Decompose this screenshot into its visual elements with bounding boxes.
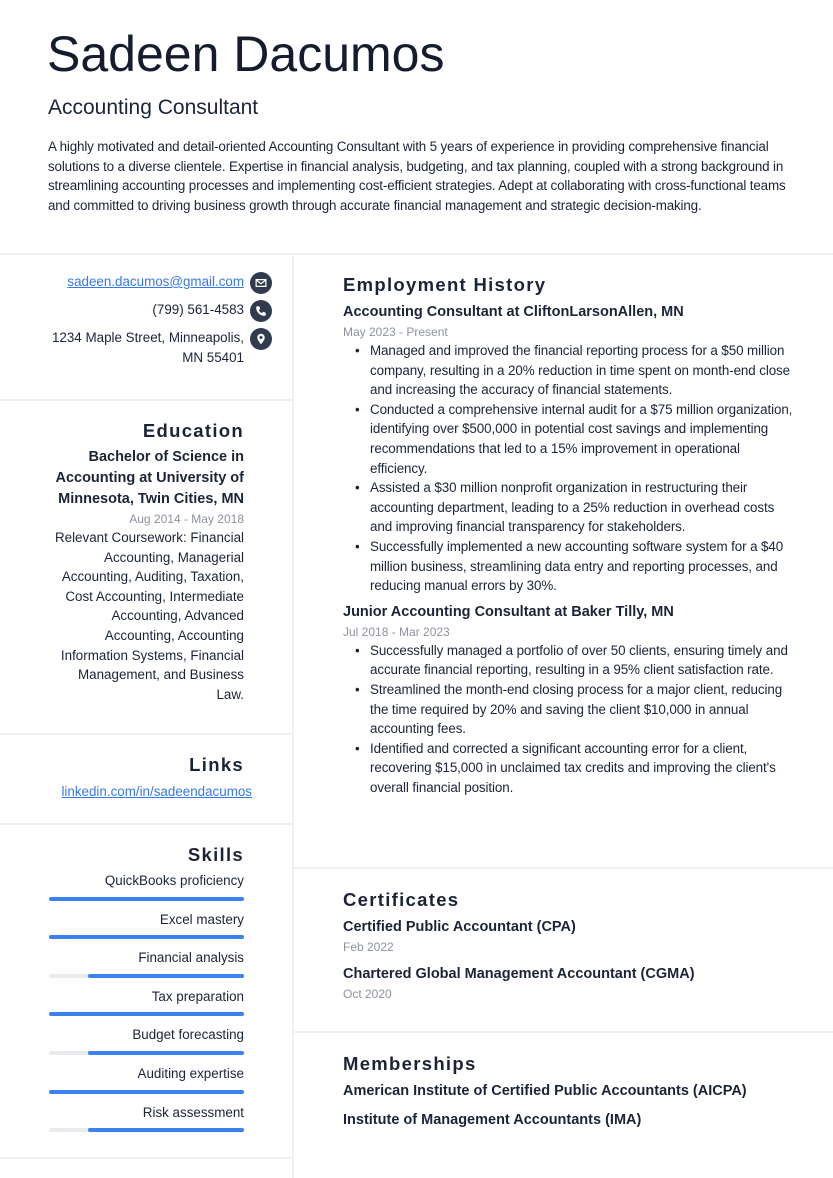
job-entry: Junior Accounting Consultant at Baker Ti…	[343, 602, 793, 798]
education-heading: Education	[142, 420, 244, 441]
skill-item: QuickBooks proficiency	[48, 871, 244, 901]
skill-item: Excel mastery	[48, 910, 244, 940]
contact-section: sadeen.dacumos@gmail.com (799) 561-4583 …	[0, 256, 292, 401]
job-dates: May 2023 - Present	[343, 325, 448, 339]
skill-level-fill	[88, 1128, 244, 1133]
skill-level-bar	[49, 973, 244, 978]
certificate-item: Chartered Global Management Accountant (…	[343, 964, 793, 1003]
phone-number: (799) 561-4583	[152, 302, 244, 317]
skill-level-bar	[49, 1128, 244, 1133]
envelope-icon	[250, 272, 272, 294]
job-bullet: Conducted a comprehensive internal audit…	[355, 400, 793, 478]
address-line-2: MN 55401	[182, 349, 244, 365]
contact-phone-row: (799) 561-4583	[48, 300, 272, 322]
phone-icon	[250, 300, 272, 322]
job-bullets: Managed and improved the financial repor…	[355, 341, 793, 596]
skill-label: Financial analysis	[138, 950, 244, 966]
membership-item: American Institute of Certified Public A…	[343, 1083, 747, 1099]
skill-label: Budget forecasting	[132, 1027, 244, 1043]
skill-level-fill	[88, 973, 244, 978]
contact-address-row: 1234 Maple Street, Minneapolis, MN 55401	[48, 328, 272, 367]
certificate-item: Certified Public Accountant (CPA) Feb 20…	[343, 917, 793, 956]
skill-label: Excel mastery	[159, 911, 244, 927]
job-bullet: Assisted a $30 million nonprofit organiz…	[355, 478, 793, 537]
employment-section: Employment History Accounting Consultant…	[294, 256, 833, 869]
memberships-heading: Memberships	[343, 1053, 477, 1074]
links-section: Links linkedin.com/in/sadeendacumos	[0, 735, 292, 825]
skill-level-fill	[49, 1089, 244, 1094]
resume-header: Sadeen Dacumos Accounting Consultant A h…	[0, 0, 833, 255]
certificate-title: Certified Public Accountant (CPA)	[343, 919, 576, 935]
skill-level-bar	[49, 1089, 244, 1094]
certificate-date: Feb 2022	[343, 940, 394, 954]
job-dates: Jul 2018 - Mar 2023	[343, 624, 450, 639]
job-entry: Accounting Consultant at CliftonLarsonAl…	[343, 302, 793, 596]
membership-item: Institute of Management Accountants (IMA…	[343, 1112, 642, 1128]
skill-level-bar	[49, 896, 244, 901]
right-column: Employment History Accounting Consultant…	[294, 256, 833, 1178]
skill-label: QuickBooks proficiency	[104, 873, 244, 888]
address: 1234 Maple Street, Minneapolis, MN 55401	[52, 328, 244, 367]
job-title: Accounting Consultant at CliftonLarsonAl…	[343, 304, 684, 320]
education-section: Education Bachelor of Science in Account…	[0, 401, 292, 735]
employment-heading: Employment History	[343, 274, 547, 295]
certificates-heading: Certificates	[343, 889, 460, 910]
links-heading: Links	[189, 754, 244, 775]
skill-label: Risk assessment	[142, 1104, 244, 1120]
education-dates: Aug 2014 - May 2018	[129, 512, 244, 526]
degree-title: Bachelor of Science in Accounting at Uni…	[55, 449, 244, 507]
skill-level-fill	[49, 1012, 244, 1017]
certificate-title: Chartered Global Management Accountant (…	[343, 966, 695, 982]
profile-summary: A highly motivated and detail-oriented A…	[48, 139, 786, 213]
email-link[interactable]: sadeen.dacumos@gmail.com	[67, 272, 244, 292]
job-bullet: Successfully implemented a new accountin…	[355, 537, 793, 596]
skill-item: Risk assessment	[48, 1103, 244, 1133]
skill-level-bar	[49, 935, 244, 940]
skills-list: QuickBooks proficiency Excel mastery Finan…	[48, 871, 244, 1133]
map-pin-icon	[250, 328, 272, 350]
skill-label: Tax preparation	[151, 988, 244, 1004]
skill-item: Financial analysis	[48, 948, 244, 978]
skill-level-fill	[49, 935, 244, 940]
left-column: sadeen.dacumos@gmail.com (799) 561-4583 …	[0, 256, 292, 1159]
skill-item: Auditing expertise	[48, 1064, 244, 1094]
candidate-role: Accounting Consultant	[48, 96, 259, 119]
skills-heading: Skills	[187, 844, 244, 865]
job-bullet: Streamlined the month-end closing proces…	[355, 680, 793, 739]
memberships-section: Memberships American Institute of Certif…	[294, 1033, 833, 1178]
certificate-date: Oct 2020	[343, 987, 392, 1001]
job-bullet: Identified and corrected a significant a…	[355, 739, 793, 798]
skill-label: Auditing expertise	[137, 1065, 244, 1081]
skill-level-bar	[49, 1012, 244, 1017]
certificates-section: Certificates Certified Public Accountant…	[294, 869, 833, 1033]
skill-level-fill	[88, 1050, 244, 1055]
job-bullets: Successfully managed a portfolio of over…	[355, 641, 793, 798]
skills-section: Skills QuickBooks proficiency Excel maste…	[0, 825, 292, 1159]
candidate-name: Sadeen Dacumos	[47, 26, 445, 82]
job-bullet: Successfully managed a portfolio of over…	[355, 641, 793, 680]
skill-level-bar	[49, 1050, 244, 1055]
coursework: Relevant Coursework: Financial Accountin…	[54, 530, 244, 702]
linkedin-link[interactable]: linkedin.com/in/sadeendacumos	[61, 782, 252, 802]
job-bullet: Managed and improved the financial repor…	[355, 341, 793, 400]
skill-level-fill	[49, 896, 244, 901]
skill-item: Budget forecasting	[48, 1025, 244, 1055]
contact-email-row: sadeen.dacumos@gmail.com	[48, 272, 272, 294]
job-title: Junior Accounting Consultant at Baker Ti…	[343, 603, 674, 620]
skill-item: Tax preparation	[48, 987, 244, 1017]
address-line-1: 1234 Maple Street, Minneapolis,	[51, 330, 244, 345]
